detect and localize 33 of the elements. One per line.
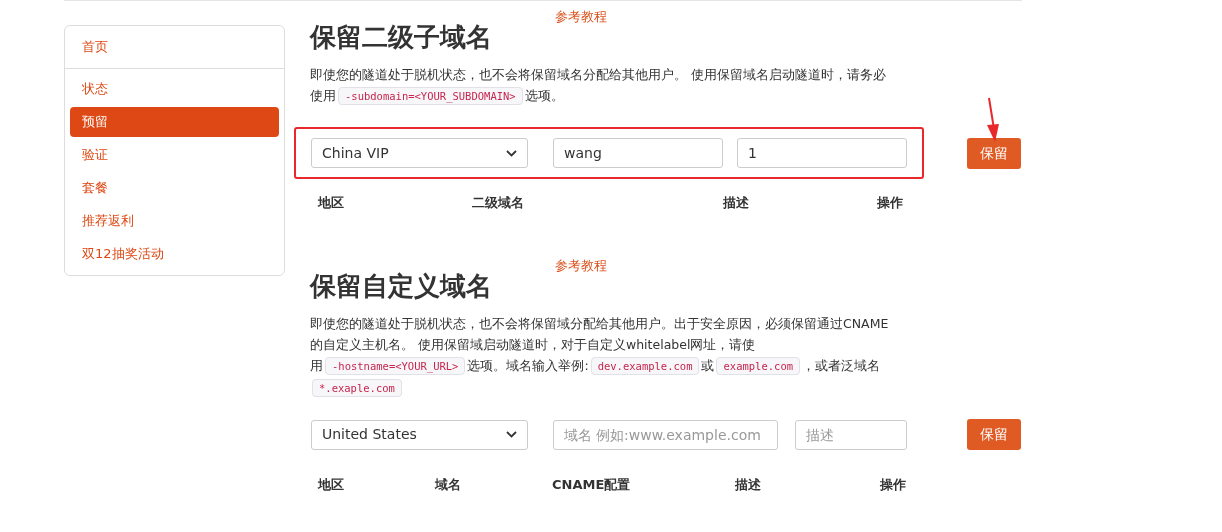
column-header: 操作 xyxy=(877,194,904,212)
column-header: 地区 xyxy=(318,194,345,212)
column-header: 二级域名 xyxy=(472,194,525,212)
chevron-down-icon xyxy=(505,431,517,438)
annotation-arrow-icon xyxy=(985,97,1001,143)
column-header: 描述 xyxy=(723,194,750,212)
column-header: 描述 xyxy=(735,475,762,494)
sidebar-item[interactable]: 状态 xyxy=(70,74,279,104)
reserve-button[interactable]: 保留 xyxy=(967,137,1021,169)
section-title: 保留自定义域名 xyxy=(310,269,493,303)
column-header: CNAME配置 xyxy=(552,475,632,494)
sidebar-item[interactable]: 验证 xyxy=(70,140,279,170)
sidebar-item[interactable]: 预留 xyxy=(70,107,279,137)
text-field[interactable]: wang xyxy=(553,138,723,168)
section-title: 保留二级子域名 xyxy=(310,21,493,54)
column-header: 地区 xyxy=(318,475,345,494)
region-select[interactable]: China VIP xyxy=(311,138,528,168)
chevron-down-icon xyxy=(506,149,517,157)
sidebar-item[interactable]: 推荐返利 xyxy=(70,206,279,236)
tutorial-link[interactable]: 参考教程 xyxy=(555,8,607,26)
reserve-button[interactable]: 保留 xyxy=(967,419,1021,450)
sidebar-item[interactable]: 套餐 xyxy=(70,173,279,203)
column-header: 操作 xyxy=(880,475,907,494)
text-field[interactable]: 域名 例如:www.example.com xyxy=(552,419,778,450)
text-field[interactable]: 1 xyxy=(737,138,907,168)
region-select[interactable]: United States xyxy=(311,419,528,450)
section-description: 即使您的隧道处于脱机状态，也不会将保留域名分配给其他用户。 使用保留域名启动隧道时，请务必使用 -subdomain=<YOUR_SUBDOMAIN> 选项。 xyxy=(310,66,887,107)
sidebar-item[interactable]: 首页 xyxy=(70,32,279,62)
column-header: 域名 xyxy=(435,475,462,494)
sidebar-item[interactable]: 双12抽奖活动 xyxy=(70,239,279,269)
section-description: 即使您的隧道处于脱机状态，也不会将保留域分配给其他用户。出于安全原因，必须保留通过CNAME的自定义主机名。 使用保留域启动隧道时，对于自定义whitelabel网址，请使用 -hostname=<YOUR_URL> 选项。域名输入举例: dev.example.com 或 example.com ，或者泛域名 *.exaple.com xyxy=(310,312,895,399)
text-field[interactable]: 描述 xyxy=(795,419,907,450)
tutorial-link[interactable]: 参考教程 xyxy=(555,256,607,275)
